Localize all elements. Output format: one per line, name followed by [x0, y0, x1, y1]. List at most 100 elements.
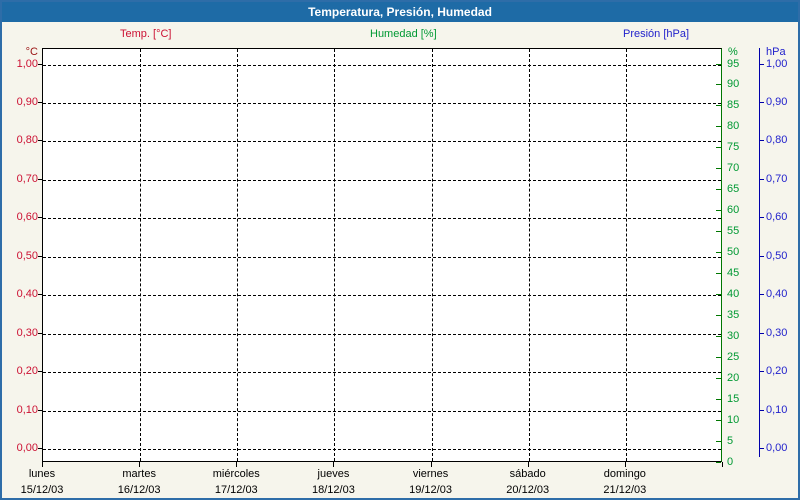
x-tick-mark: [430, 462, 432, 467]
humidity-tick-mark: [716, 252, 721, 254]
pressure-tick-label: 0,70: [766, 172, 788, 185]
h-gridline: [43, 449, 721, 450]
h-gridline: [43, 179, 721, 181]
x-day-label: lunes: [28, 468, 56, 480]
humidity-tick-mark: [716, 336, 721, 338]
x-tick-mark: [624, 462, 626, 467]
h-gridline: [43, 141, 721, 143]
humidity-tick-label: 30: [727, 330, 740, 343]
plot-area[interactable]: [42, 48, 722, 462]
x-date-label: 20/12/03: [506, 484, 550, 496]
humidity-tick-mark: [716, 210, 721, 212]
humidity-tick-label: 95: [727, 57, 740, 70]
humidity-tick-mark: [716, 168, 721, 170]
temp-tick-mark: [38, 101, 42, 103]
h-gridline: [43, 410, 721, 412]
temp-tick-label: 0,80: [16, 134, 38, 147]
x-date-label: 18/12/03: [312, 484, 355, 496]
v-gridline: [237, 49, 239, 461]
pressure-tick-mark: [760, 255, 764, 257]
x-tick-mark: [722, 462, 723, 467]
h-gridline: [43, 102, 721, 104]
humidity-tick-mark: [716, 273, 721, 275]
temp-tick-label: 0,50: [16, 249, 38, 262]
legend-pressure: Presión [hPa]: [623, 28, 690, 40]
x-day-label: viernes: [412, 468, 449, 480]
temp-tick-label: 0,30: [16, 326, 38, 339]
x-tick-mark: [139, 462, 141, 467]
pressure-tick-label: 0,80: [766, 134, 788, 147]
humidity-tick-mark: [716, 399, 721, 401]
x-day-label: jueves: [317, 468, 350, 480]
humidity-tick-label: 70: [727, 162, 740, 175]
x-tick-mark: [527, 462, 529, 467]
humidity-tick-label: 0: [727, 455, 734, 468]
h-gridline: [43, 295, 721, 297]
humidity-tick-mark: [716, 189, 721, 191]
temp-tick-mark: [38, 332, 42, 334]
humidity-tick-mark: [716, 315, 721, 317]
humidity-tick-label: 5: [727, 435, 734, 448]
x-day-label: sábado: [509, 468, 546, 480]
temp-tick-label: 0,10: [16, 403, 38, 416]
humidity-tick-label: 15: [727, 393, 740, 406]
humidity-tick-mark: [716, 420, 721, 422]
x-date-label: 21/12/03: [603, 484, 647, 496]
temp-tick-label: 0,70: [16, 172, 38, 185]
humidity-tick-mark: [716, 126, 721, 128]
temp-tick-mark: [38, 63, 42, 65]
temp-tick-label: 0,90: [16, 95, 38, 108]
humidity-tick-label: 55: [727, 225, 740, 238]
humidity-tick-mark: [716, 441, 721, 443]
x-date-label: 15/12/03: [20, 484, 64, 496]
legend-temperature: Temp. [°C]: [120, 28, 172, 40]
x-date-label: 17/12/03: [214, 484, 258, 496]
pressure-tick-label: 0,50: [766, 249, 788, 262]
humidity-tick-mark: [716, 357, 721, 359]
h-gridline: [43, 333, 721, 335]
v-gridline: [528, 49, 530, 461]
humidity-tick-mark: [716, 294, 721, 296]
humidity-tick-mark: [716, 63, 721, 65]
pressure-tick-label: 0,20: [766, 365, 788, 378]
pressure-axis-line: [759, 48, 760, 457]
pressure-tick-mark: [760, 371, 764, 373]
x-date-label: 19/12/03: [409, 484, 452, 496]
v-gridline: [140, 49, 142, 461]
temp-tick-mark: [38, 409, 42, 411]
h-gridline: [43, 218, 721, 220]
humidity-tick-mark: [716, 231, 721, 233]
pressure-tick-label: 0,10: [766, 403, 788, 416]
humidity-tick-mark: [716, 105, 721, 107]
temp-tick-label: 0,00: [16, 442, 38, 454]
temp-tick-mark: [38, 255, 42, 257]
humidity-tick-label: 45: [727, 267, 740, 280]
legend-humidity: Humedad [%]: [370, 28, 437, 40]
pressure-tick-label: 1,00: [766, 57, 788, 70]
h-gridline: [43, 64, 721, 66]
humidity-tick-label: 20: [727, 372, 740, 385]
v-gridline: [625, 49, 627, 461]
temp-tick-mark: [38, 448, 42, 449]
humidity-tick-mark: [716, 461, 721, 463]
humidity-tick-label: 65: [727, 183, 740, 196]
temp-tick-mark: [38, 178, 42, 180]
temp-tick-label: 0,60: [16, 211, 38, 224]
x-tick-mark: [42, 462, 43, 467]
humidity-tick-label: 40: [727, 288, 740, 301]
pressure-tick-label: 0,40: [766, 288, 788, 301]
h-gridline: [43, 256, 721, 258]
pressure-tick-mark: [760, 178, 764, 180]
x-day-label: domingo: [603, 468, 646, 480]
x-date-label: 16/12/03: [117, 484, 161, 496]
temp-tick-label: 0,40: [16, 288, 38, 301]
humidity-tick-label: 75: [727, 141, 740, 154]
humidity-tick-label: 90: [727, 78, 740, 91]
humidity-tick-label: 85: [727, 99, 740, 112]
x-day-label: martes: [122, 468, 156, 480]
pressure-tick-mark: [760, 63, 764, 65]
humidity-tick-label: 80: [727, 120, 740, 133]
window-title: Temperatura, Presión, Humedad: [308, 5, 492, 19]
x-tick-mark: [333, 462, 335, 467]
humidity-tick-mark: [716, 84, 721, 86]
